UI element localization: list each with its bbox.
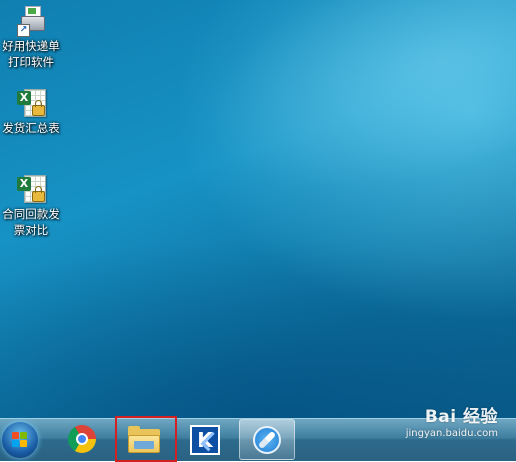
watermark-url: jingyan.baidu.com bbox=[405, 428, 498, 439]
baidu-jingyan-watermark: Bai 经验 jingyan.baidu.com bbox=[406, 402, 498, 439]
printer-shortcut-icon: ↗ bbox=[15, 4, 47, 37]
desktop-icon-label: 发货汇总表 bbox=[2, 121, 60, 135]
watermark-logo: Bai 经验 bbox=[424, 407, 498, 427]
windows-logo-icon bbox=[12, 432, 28, 448]
k-app-icon: K bbox=[190, 425, 220, 455]
desktop-icon-contract-invoice[interactable]: X 合同回款发 票对比 bbox=[0, 172, 62, 238]
highlight-box bbox=[115, 416, 177, 462]
excel-file-icon: X bbox=[15, 86, 47, 118]
desktop: ↗ 好用快递单 打印软件 X 发货汇总表 X 合同回款发 票对比 bbox=[0, 0, 516, 418]
taskbar-k-app-button[interactable]: K bbox=[178, 419, 234, 460]
wallpaper-light-streak bbox=[155, 0, 516, 255]
taskbar-chrome-button[interactable] bbox=[54, 419, 110, 460]
taskbar-browser-button[interactable] bbox=[239, 419, 295, 460]
desktop-icon-label: 合同回款发 票对比 bbox=[2, 207, 60, 237]
desktop-icon-label: 好用快递单 打印软件 bbox=[2, 39, 60, 69]
excel-file-icon: X bbox=[15, 172, 47, 204]
desktop-icon-express-print[interactable]: ↗ 好用快递单 打印软件 bbox=[0, 4, 62, 70]
start-button[interactable] bbox=[2, 422, 38, 458]
desktop-icon-shipment-summary[interactable]: X 发货汇总表 bbox=[0, 86, 62, 136]
compass-icon bbox=[253, 426, 281, 454]
chrome-icon bbox=[68, 425, 96, 453]
